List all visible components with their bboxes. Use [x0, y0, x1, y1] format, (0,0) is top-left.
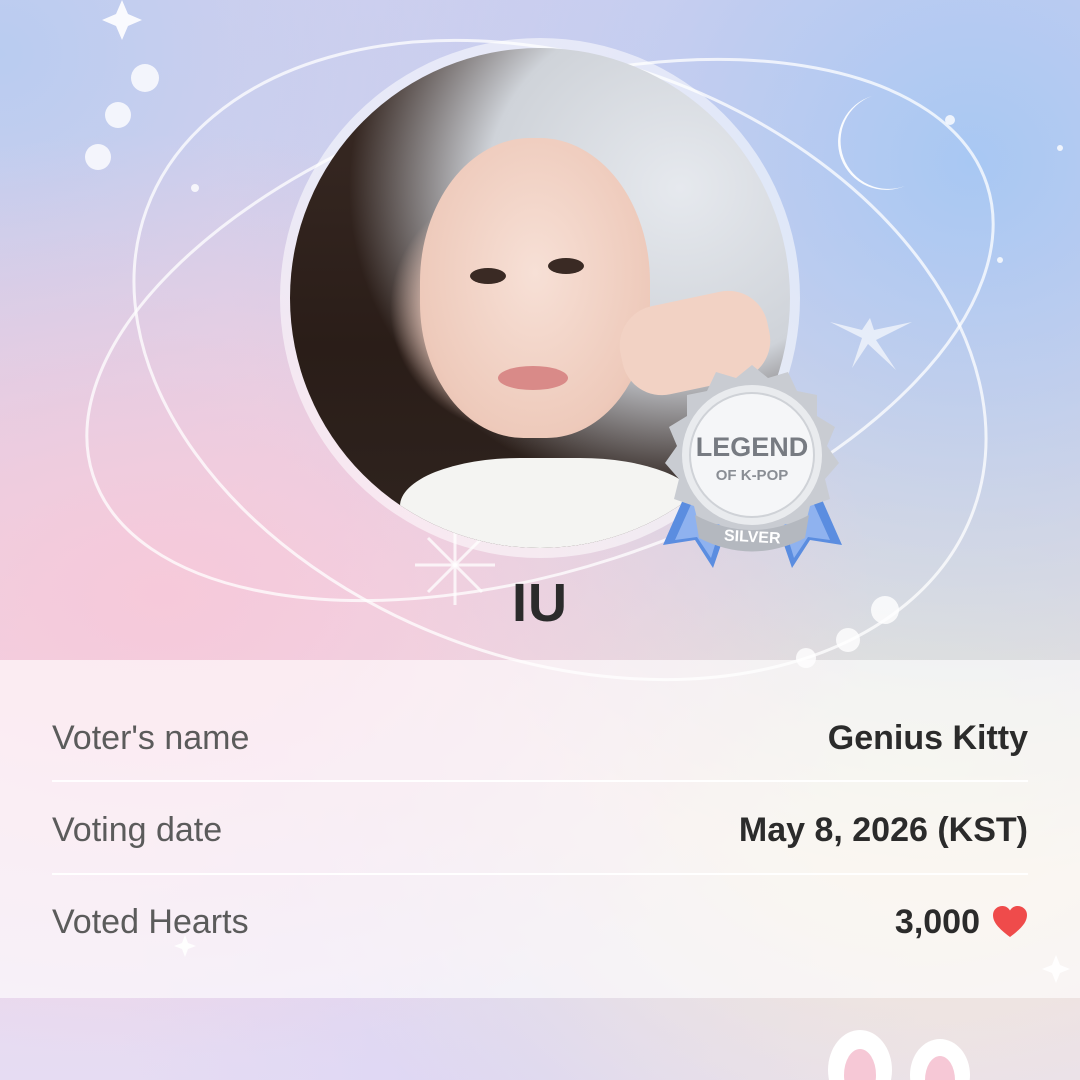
voting-date-row: Voting date May 8, 2026 (KST) [52, 784, 1028, 876]
divider [52, 780, 1028, 782]
avatar-face [420, 138, 650, 438]
artist-name: IU [512, 573, 568, 633]
voting-date-value: May 8, 2026 (KST) [738, 810, 1028, 849]
badge-subtitle: OF K-POP [716, 467, 789, 484]
voting-date-label: Voting date [52, 810, 223, 849]
avatar-eye-right [548, 258, 584, 274]
voter-name-value: Genius Kitty [827, 718, 1028, 757]
badge-title: LEGEND [696, 432, 809, 462]
divider [52, 873, 1028, 875]
voted-hearts-label: Voted Hearts [52, 902, 249, 941]
voter-name-label: Voter's name [52, 718, 250, 757]
voted-hearts-row: Voted Hearts 3,000 [52, 876, 1028, 968]
heart-icon [993, 906, 1027, 937]
avatar-lips [498, 366, 568, 390]
voted-hearts-value: 3,000 [894, 902, 980, 941]
legend-badge: LEGEND OF K-POP SILVER [663, 365, 842, 568]
moon-icon [838, 96, 905, 190]
vote-info-panel: Voter's name Genius Kitty Voting date Ma… [0, 660, 1080, 998]
voted-hearts-value-group: 3,000 [895, 903, 1028, 942]
voter-name-row: Voter's name Genius Kitty [52, 692, 1028, 784]
avatar-eye-left [470, 268, 506, 284]
badge-tier: SILVER [724, 528, 782, 548]
